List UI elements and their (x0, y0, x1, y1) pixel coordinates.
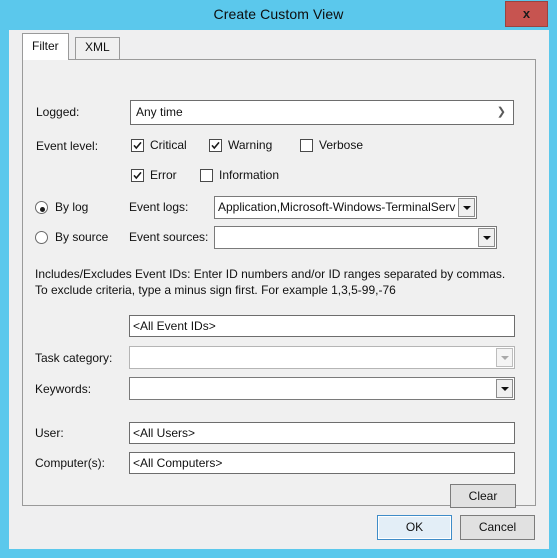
event-logs-value: Application,Microsoft-Windows-TerminalSe… (218, 197, 456, 218)
dropdown-button[interactable] (496, 379, 513, 398)
event-sources-label: Event sources: (129, 230, 208, 244)
logged-value: Any time (136, 105, 183, 119)
computers-input[interactable]: <All Computers> (129, 452, 515, 474)
cancel-button[interactable]: Cancel (460, 515, 535, 540)
radio-label: By log (55, 200, 88, 215)
chevron-down-icon (483, 236, 491, 240)
title-bar: Create Custom View x (0, 0, 557, 30)
checkbox-label: Warning (228, 138, 272, 153)
close-icon[interactable]: x (505, 1, 548, 27)
event-level-label: Event level: (36, 139, 98, 153)
create-custom-view-dialog: Create Custom View x Filter XML Logged: … (0, 0, 557, 558)
chevron-down-icon (501, 356, 509, 360)
checkbox-box (209, 139, 222, 152)
checkbox-box (300, 139, 313, 152)
window-title: Create Custom View (0, 6, 557, 22)
user-input[interactable]: <All Users> (129, 422, 515, 444)
task-category-label: Task category: (35, 351, 112, 365)
keywords-label: Keywords: (35, 382, 91, 396)
checkbox-box (131, 169, 144, 182)
checkbox-box (131, 139, 144, 152)
checkbox-label: Error (150, 168, 177, 183)
dialog-client-area: Filter XML Logged: Any time ❯ Event leve… (9, 30, 549, 549)
event-sources-value (218, 227, 476, 248)
event-sources-select[interactable] (214, 226, 497, 249)
checkbox-label: Critical (150, 138, 187, 153)
computers-label: Computer(s): (35, 456, 105, 470)
radio-label: By source (55, 230, 108, 245)
task-category-value (133, 347, 494, 368)
checkbox-box (200, 169, 213, 182)
event-ids-help-text: Includes/Excludes Event IDs: Enter ID nu… (35, 266, 519, 298)
chevron-down-icon (463, 206, 471, 210)
chevron-down-icon: ❯ (497, 101, 506, 124)
logged-label: Logged: (36, 105, 79, 119)
ok-button[interactable]: OK (377, 515, 452, 540)
event-ids-input[interactable]: <All Event IDs> (129, 315, 515, 337)
dropdown-button (496, 348, 513, 367)
radio-circle (35, 231, 48, 244)
chevron-down-icon (501, 387, 509, 391)
event-logs-select[interactable]: Application,Microsoft-Windows-TerminalSe… (214, 196, 477, 219)
dropdown-button[interactable] (458, 198, 475, 217)
tab-filter[interactable]: Filter (22, 33, 69, 60)
filter-tab-page: Logged: Any time ❯ Event level: Critical… (22, 59, 536, 506)
event-logs-label: Event logs: (129, 200, 188, 214)
user-label: User: (35, 426, 64, 440)
tab-strip: Filter XML (22, 33, 536, 59)
task-category-select[interactable] (129, 346, 515, 369)
keywords-select[interactable] (129, 377, 515, 400)
keywords-value (133, 378, 494, 399)
radio-dot (40, 207, 45, 212)
radio-circle (35, 201, 48, 214)
logged-select[interactable]: Any time ❯ (130, 100, 514, 125)
tab-xml[interactable]: XML (75, 37, 120, 59)
checkbox-label: Information (219, 168, 279, 183)
clear-button[interactable]: Clear (450, 484, 516, 508)
dropdown-button[interactable] (478, 228, 495, 247)
checkbox-label: Verbose (319, 138, 363, 153)
